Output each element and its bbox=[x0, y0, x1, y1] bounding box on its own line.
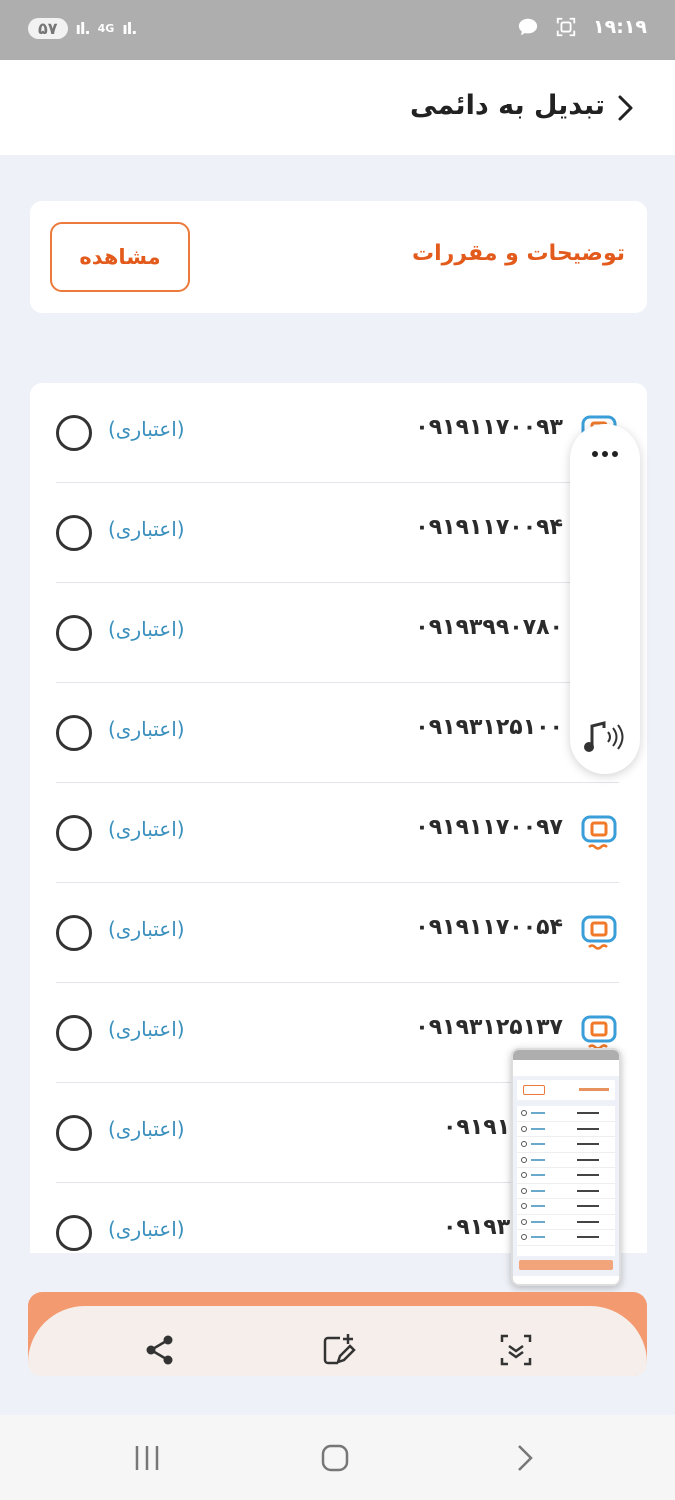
back-chevron-icon[interactable] bbox=[617, 94, 635, 122]
status-bar: ۵۷ ıl. 4G ıl. ۱۹:۱۹ bbox=[0, 0, 675, 60]
home-icon[interactable] bbox=[320, 1443, 350, 1473]
radio-button[interactable] bbox=[56, 415, 92, 451]
radio-button[interactable] bbox=[56, 615, 92, 651]
phone-number: ۰۹۱۹۳۱۲۵۱۳۷ bbox=[415, 1015, 563, 1040]
list-item[interactable]: (اعتباری) ۰۹۱۹۳۹۹۰۷۸۰ bbox=[56, 583, 619, 683]
phone-number: ۰۹۱۹۳۹۹۰۷۸۰ bbox=[415, 615, 563, 640]
line-type: (اعتباری) bbox=[108, 517, 185, 541]
page-header: تبدیل به دائمی bbox=[0, 60, 675, 155]
list-item[interactable]: (اعتباری) ۰۹۱۹۱۱۷۰۰۹۷ bbox=[56, 783, 619, 883]
phone-number: ۰۹۱۹۱۱۷۰۰۹۷ bbox=[415, 815, 563, 840]
line-type: (اعتباری) bbox=[108, 617, 185, 641]
sim-card-icon bbox=[581, 1015, 617, 1050]
rules-card: توضیحات و مقررات مشاهده bbox=[30, 201, 647, 313]
phone-number: ۰۹۱۹۱۱۷۰۰۵۴ bbox=[415, 915, 563, 940]
signal-icon-2: ıl. bbox=[122, 19, 137, 38]
share-icon[interactable] bbox=[142, 1332, 178, 1368]
rules-title: توضیحات و مقررات bbox=[412, 241, 625, 266]
line-type: (اعتباری) bbox=[108, 1017, 185, 1041]
chat-icon bbox=[518, 18, 538, 36]
line-type: (اعتباری) bbox=[108, 917, 185, 941]
page-title: تبدیل به دائمی bbox=[410, 90, 605, 121]
radio-button[interactable] bbox=[56, 915, 92, 951]
clock: ۱۹:۱۹ bbox=[593, 16, 647, 38]
radio-button[interactable] bbox=[56, 515, 92, 551]
phone-number: ۰۹۱۹۳۱۲۵۱۰۰ bbox=[415, 715, 563, 740]
sim-card-icon bbox=[581, 815, 617, 850]
line-type: (اعتباری) bbox=[108, 1217, 185, 1241]
scroll-capture-icon[interactable] bbox=[498, 1332, 534, 1368]
recent-apps-icon[interactable] bbox=[132, 1443, 162, 1473]
system-nav-bar bbox=[0, 1415, 675, 1500]
screen-capture-icon bbox=[556, 17, 576, 37]
radio-button[interactable] bbox=[56, 1015, 92, 1051]
edit-screenshot-icon[interactable] bbox=[320, 1332, 356, 1368]
line-type: (اعتباری) bbox=[108, 417, 185, 441]
back-icon[interactable] bbox=[510, 1443, 540, 1473]
phone-number: ۰۹۱۹۱۱۷۰۰۹۳ bbox=[415, 415, 563, 440]
edge-panel[interactable] bbox=[570, 424, 640, 774]
sim-card-icon bbox=[581, 915, 617, 950]
network-type: 4G bbox=[97, 22, 115, 35]
radio-button[interactable] bbox=[56, 1215, 92, 1251]
view-rules-button[interactable]: مشاهده bbox=[50, 222, 190, 292]
line-type: (اعتباری) bbox=[108, 1117, 185, 1141]
line-type: (اعتباری) bbox=[108, 817, 185, 841]
radio-button[interactable] bbox=[56, 715, 92, 751]
line-type: (اعتباری) bbox=[108, 717, 185, 741]
more-dots-icon[interactable] bbox=[591, 450, 619, 458]
radio-button[interactable] bbox=[56, 1115, 92, 1151]
screenshot-toolbar bbox=[28, 1306, 647, 1376]
list-item[interactable]: (اعتباری) ۰۹۱۹۱۱۷۰۰۵۴ bbox=[56, 883, 619, 983]
battery-indicator: ۵۷ bbox=[28, 18, 68, 39]
radio-button[interactable] bbox=[56, 815, 92, 851]
screenshot-thumbnail[interactable] bbox=[511, 1048, 621, 1286]
list-item[interactable]: (اعتباری) ۰۹۱۹۳۱۲۵۱۰۰ bbox=[56, 683, 619, 783]
signal-icon: ıl. bbox=[75, 19, 91, 38]
list-item[interactable]: (اعتباری) ۰۹۱۹۱۱۷۰۰۹۴ bbox=[56, 483, 619, 583]
sound-icon[interactable] bbox=[582, 720, 626, 754]
phone-number: ۰۹۱۹۱۱۷۰۰۹۴ bbox=[415, 515, 563, 540]
list-item[interactable]: (اعتباری) ۰۹۱۹۱۱۷۰۰۹۳ bbox=[56, 383, 619, 483]
